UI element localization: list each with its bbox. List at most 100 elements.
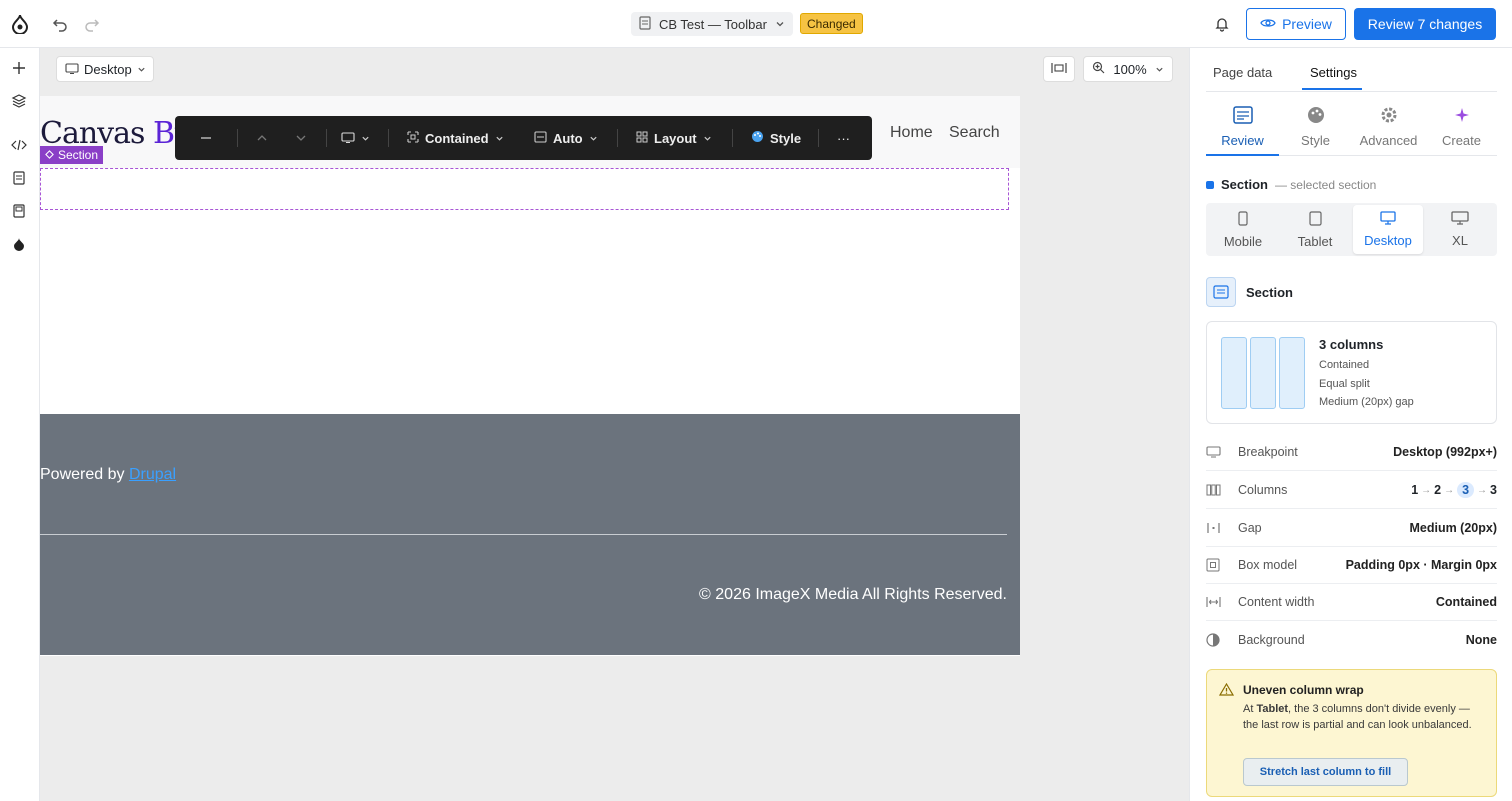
settings-panel: Page data Settings Review Style Advanced… bbox=[1189, 48, 1512, 801]
arrow-right-icon: → bbox=[1444, 484, 1455, 496]
warning-body-breakpoint: Tablet bbox=[1256, 703, 1289, 715]
zoom-selector[interactable]: 100% bbox=[1083, 56, 1173, 82]
breakpoint-tablet[interactable]: Tablet bbox=[1280, 205, 1350, 254]
columns-mobile-value: 1 bbox=[1411, 483, 1419, 497]
mode-review-label: Review bbox=[1221, 133, 1264, 148]
review-changes-button[interactable]: Review 7 changes bbox=[1354, 8, 1496, 40]
zoom-icon bbox=[1092, 61, 1105, 77]
prop-value: Padding 0px · Margin 0px bbox=[1345, 558, 1497, 572]
breakpoint-label: Tablet bbox=[1297, 233, 1333, 249]
bell-icon[interactable] bbox=[1210, 12, 1234, 36]
height-selector[interactable]: Auto bbox=[534, 116, 598, 160]
library-icon[interactable] bbox=[8, 200, 30, 222]
prop-breakpoint[interactable]: Breakpoint Desktop (992px+) bbox=[1206, 434, 1497, 471]
move-up-icon[interactable] bbox=[256, 116, 268, 160]
monitor-icon bbox=[1206, 446, 1238, 458]
drupal-link[interactable]: Drupal bbox=[129, 466, 176, 483]
toolbar-divider bbox=[818, 129, 819, 147]
layout-label: Layout bbox=[654, 130, 697, 146]
copyright-text: © 2026 ImageX Media All Rights Reserved. bbox=[699, 586, 1007, 603]
floating-toolbar: Contained Auto Layout Style ··· bbox=[175, 116, 872, 160]
layout-selector[interactable]: Layout bbox=[636, 116, 712, 160]
status-badge: Changed bbox=[800, 13, 863, 34]
mode-review[interactable]: Review bbox=[1206, 106, 1279, 156]
page-preview-frame[interactable]: Canvas Bu Home Search Section Contained … bbox=[40, 96, 1020, 656]
layers-icon[interactable] bbox=[8, 90, 30, 112]
style-button[interactable]: Style bbox=[751, 116, 801, 160]
drupal-logo-icon[interactable] bbox=[8, 12, 32, 36]
page-icon[interactable] bbox=[8, 167, 30, 189]
device-selector[interactable] bbox=[341, 116, 370, 160]
warning-icon bbox=[1218, 682, 1235, 699]
mode-create[interactable]: Create bbox=[1425, 106, 1498, 156]
zoom-level: 100% bbox=[1113, 61, 1147, 77]
fit-width-button[interactable] bbox=[1043, 56, 1075, 82]
columns-desktop-value: 3 bbox=[1457, 482, 1475, 498]
code-icon[interactable] bbox=[8, 134, 30, 156]
warning-body: At Tablet, the 3 columns don't divide ev… bbox=[1243, 701, 1488, 733]
columns-chain: 1 → 2 → 3 → 3 bbox=[1411, 482, 1497, 498]
prop-label: Gap bbox=[1238, 521, 1262, 535]
nav-link-home[interactable]: Home bbox=[890, 124, 933, 142]
review-icon bbox=[1232, 106, 1253, 127]
toolbar-divider bbox=[388, 129, 389, 147]
chevron-down-icon bbox=[495, 131, 504, 146]
active-tab-indicator bbox=[1302, 88, 1362, 90]
add-icon[interactable] bbox=[8, 57, 30, 79]
prop-label: Breakpoint bbox=[1238, 445, 1298, 459]
tab-settings[interactable]: Settings bbox=[1310, 65, 1357, 80]
prop-label: Box model bbox=[1238, 558, 1298, 572]
prop-columns[interactable]: Columns 1 → 2 → 3 → 3 bbox=[1206, 472, 1497, 509]
columns-summary-card[interactable]: 3 columns Contained Equal split Medium (… bbox=[1206, 321, 1497, 424]
toolbar-divider bbox=[326, 129, 327, 147]
prop-background[interactable]: Background None bbox=[1206, 621, 1497, 658]
palette-icon bbox=[751, 130, 764, 146]
footer-divider bbox=[40, 534, 1007, 535]
drupal-drop-icon[interactable] bbox=[8, 233, 30, 255]
breakpoint-xl[interactable]: XL bbox=[1425, 205, 1495, 254]
prop-box-model[interactable]: Box model Padding 0px · Margin 0px bbox=[1206, 547, 1497, 584]
uneven-wrap-warning: Uneven column wrap At Tablet, the 3 colu… bbox=[1206, 669, 1497, 797]
document-selector[interactable]: CB Test — Toolbar bbox=[631, 12, 793, 36]
toolbar-divider bbox=[732, 129, 733, 147]
mode-create-label: Create bbox=[1441, 133, 1482, 148]
arrow-right-icon: → bbox=[1421, 484, 1432, 496]
column-preview bbox=[1279, 337, 1305, 409]
column-preview bbox=[1250, 337, 1276, 409]
viewport-selector[interactable]: Desktop bbox=[56, 56, 154, 82]
editor-canvas[interactable]: Desktop 100% Canvas Bu Home Search Secti… bbox=[40, 48, 1189, 801]
prop-content-width[interactable]: Content width Contained bbox=[1206, 584, 1497, 621]
preview-button[interactable]: Preview bbox=[1246, 8, 1346, 40]
prop-value: Desktop (992px+) bbox=[1393, 445, 1497, 459]
section-tag[interactable]: Section bbox=[40, 146, 104, 164]
tabs-divider bbox=[1206, 91, 1497, 92]
redo-icon[interactable] bbox=[80, 12, 104, 36]
sparkle-icon bbox=[1453, 106, 1471, 127]
nav-link-search[interactable]: Search bbox=[949, 124, 1000, 142]
more-options-button[interactable]: ··· bbox=[837, 116, 850, 160]
warning-title: Uneven column wrap bbox=[1243, 683, 1364, 697]
tab-page-data[interactable]: Page data bbox=[1213, 65, 1272, 80]
selection-note: — selected section bbox=[1274, 177, 1377, 192]
prop-gap[interactable]: Gap Medium (20px) bbox=[1206, 510, 1497, 547]
breakpoint-desktop[interactable]: Desktop bbox=[1353, 205, 1423, 254]
chevron-down-icon bbox=[589, 131, 598, 146]
contrast-icon bbox=[1206, 632, 1238, 647]
width-selector[interactable]: Contained bbox=[407, 116, 504, 160]
prop-value: None bbox=[1465, 632, 1497, 647]
width-label: Contained bbox=[425, 130, 489, 146]
selected-section[interactable] bbox=[40, 168, 1009, 210]
move-down-icon[interactable] bbox=[295, 116, 307, 160]
selection-name: Section bbox=[1221, 177, 1268, 192]
stretch-last-column-button[interactable]: Stretch last column to fill bbox=[1243, 758, 1408, 786]
chevron-down-icon bbox=[137, 62, 146, 77]
toolbar-divider bbox=[237, 129, 238, 147]
contained-width-icon bbox=[407, 130, 419, 146]
mode-style[interactable]: Style bbox=[1279, 106, 1352, 156]
drag-handle-icon[interactable] bbox=[200, 116, 212, 160]
breakpoint-label: Mobile bbox=[1223, 233, 1263, 249]
breakpoint-mobile[interactable]: Mobile bbox=[1208, 205, 1278, 254]
undo-icon[interactable] bbox=[48, 12, 72, 36]
monitor-icon bbox=[341, 131, 355, 146]
mode-advanced[interactable]: Advanced bbox=[1352, 106, 1425, 156]
